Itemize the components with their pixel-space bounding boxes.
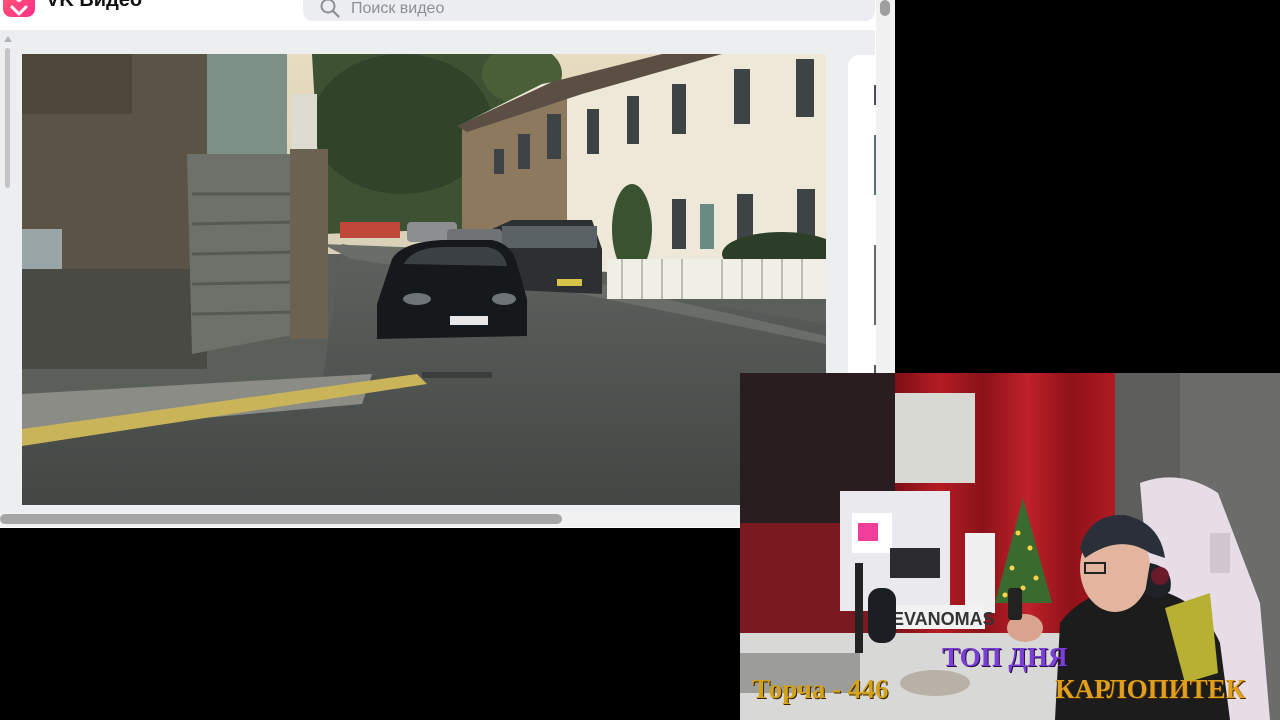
search-icon <box>320 0 340 18</box>
inner-scrollbar[interactable] <box>3 36 12 506</box>
search-input[interactable] <box>351 0 851 19</box>
video-frame <box>22 54 826 505</box>
top-day-name: КАРЛОПИТЕК <box>1055 674 1246 704</box>
vk-header: VK Видео <box>0 0 895 30</box>
search-box[interactable] <box>303 0 875 21</box>
monitor-label: EVANOMAS <box>892 609 995 629</box>
top-day-label: ТОП ДНЯ <box>942 642 1068 672</box>
vk-video-logo-icon[interactable] <box>3 0 35 17</box>
inner-scroll-thumb[interactable] <box>5 48 10 188</box>
vertical-scroll-thumb[interactable] <box>880 0 890 16</box>
video-player[interactable] <box>22 54 826 505</box>
screen: VK Видео Поиск видео EVANOMAS ТОП ДНЯ КА… <box>0 0 1280 720</box>
scroll-up-arrow-icon[interactable] <box>4 36 12 42</box>
horizontal-scroll-thumb[interactable] <box>0 514 562 524</box>
brand-name[interactable]: VK Видео <box>46 0 142 12</box>
counter-text: Торча - 446 <box>752 674 889 704</box>
